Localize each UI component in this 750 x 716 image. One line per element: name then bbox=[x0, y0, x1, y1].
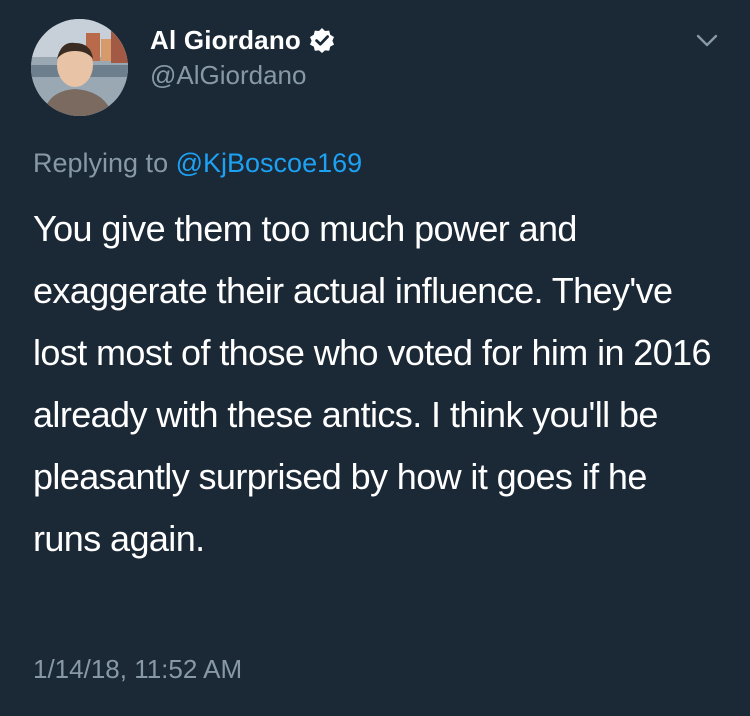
verified-badge-icon bbox=[309, 28, 334, 53]
tweet-text: You give them too much power and exagger… bbox=[33, 208, 712, 559]
chevron-down-icon[interactable] bbox=[694, 30, 720, 50]
display-name[interactable]: Al Giordano bbox=[150, 25, 301, 56]
reply-prefix: Replying to bbox=[33, 148, 169, 178]
author-handle[interactable]: @AlGiordano bbox=[150, 60, 306, 91]
author-name-row: Al Giordano bbox=[150, 22, 335, 58]
profile-photo-icon bbox=[31, 19, 128, 116]
avatar[interactable] bbox=[31, 19, 128, 116]
tweet-timestamp[interactable]: 1/14/18, 11:52 AM bbox=[33, 654, 242, 685]
tweet-card: Al Giordano @AlGiordano Replying to @KjB… bbox=[0, 0, 750, 716]
reply-context: Replying to @KjBoscoe169 bbox=[33, 148, 362, 179]
reply-mention-link[interactable]: @KjBoscoe169 bbox=[176, 148, 363, 178]
